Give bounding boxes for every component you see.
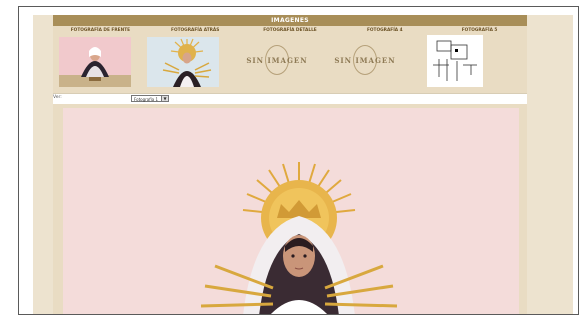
photo-select[interactable]: Fotografía 1 ▼: [131, 95, 169, 102]
images-title: IMAGENES: [53, 15, 527, 26]
back-photo-image: [147, 37, 219, 87]
header-photo-5: FOTOGRAFÍA 5: [461, 28, 498, 33]
header-detail-photo: FOTOGRAFÍA DETALLE: [263, 28, 317, 33]
thumbnail-row: SIN IMAGEN SIN IMAGEN: [53, 35, 527, 91]
column-headers: FOTOGRAFÍA DE FRENTE FOTOGRAFÍA ATRÁS FO…: [53, 27, 527, 34]
browser-frame: IMAGENES FOTOGRAFÍA DE FRENTE FOTOGRAFÍA…: [18, 6, 579, 315]
thumbnail-detail-no-image[interactable]: SIN IMAGEN: [241, 39, 313, 83]
header-back-photo: FOTOGRAFÍA ATRÁS: [171, 28, 220, 33]
thumbnail-photo-4-no-image[interactable]: SIN IMAGEN: [329, 39, 401, 83]
no-image-label: SIN IMAGEN: [334, 56, 396, 65]
virgin-statue-image: [63, 108, 519, 314]
chevron-down-icon[interactable]: ▼: [161, 96, 168, 101]
thumbnail-front-photo[interactable]: [59, 37, 131, 87]
floor-plan-image: [427, 35, 483, 87]
header-photo-4: FOTOGRAFÍA 4: [366, 28, 403, 33]
view-row: Ver: Fotografía 1 ▼: [53, 93, 527, 104]
main-photo: [63, 108, 519, 314]
view-label: Ver:: [53, 95, 62, 100]
thumbnail-back-photo[interactable]: [147, 37, 219, 87]
thumbnail-photo-5[interactable]: [427, 35, 483, 87]
photo-select-value: Fotografía 1: [134, 97, 159, 102]
no-image-label: SIN IMAGEN: [246, 56, 308, 65]
front-photo-image: [59, 37, 131, 87]
header-front-photo: FOTOGRAFÍA DE FRENTE: [70, 28, 131, 33]
